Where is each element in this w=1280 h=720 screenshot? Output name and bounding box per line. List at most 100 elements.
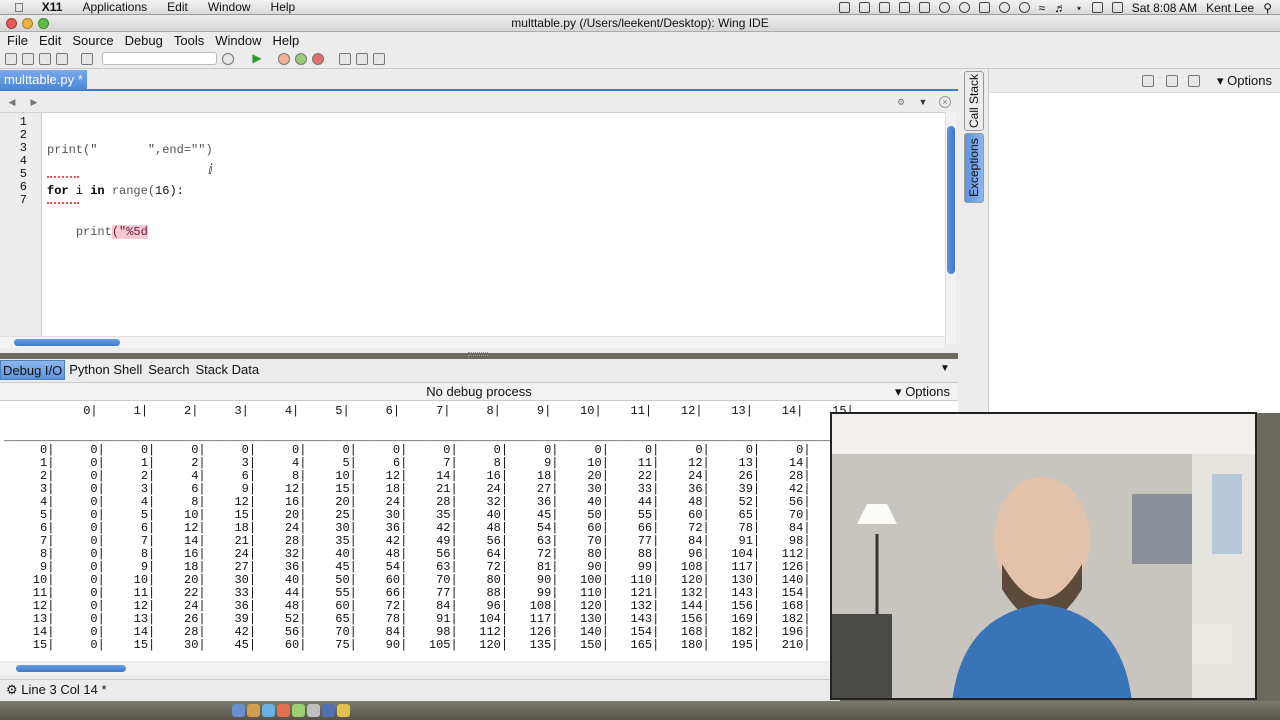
dock-app-icon[interactable] [277, 704, 290, 717]
search-icon[interactable] [222, 52, 234, 65]
code-token: print( [47, 143, 91, 157]
menu-edit[interactable]: Edit [35, 33, 65, 48]
menu-user[interactable]: Kent Lee [1206, 1, 1254, 15]
camera-icon[interactable] [838, 2, 850, 13]
tab-search[interactable]: Search [146, 360, 191, 380]
save-all-icon[interactable] [56, 52, 68, 65]
menu-help[interactable]: Help [268, 33, 303, 48]
lock-icon[interactable] [978, 2, 990, 13]
menu-window[interactable]: Window [211, 33, 265, 48]
run-icon[interactable]: ▶ [251, 52, 263, 65]
step-out-icon[interactable] [373, 52, 385, 65]
tab-call-stack[interactable]: Call Stack [964, 71, 984, 131]
tab-stack-data[interactable]: Stack Data [193, 360, 261, 380]
dock-app-icon[interactable] [232, 704, 245, 717]
step-into-icon[interactable] [339, 52, 351, 65]
code-editor[interactable]: 1 2 3 4 5 6 7 print(" ",end="") for i in… [0, 112, 945, 345]
mac-menu-x11[interactable]: X11 [32, 0, 73, 14]
tab-multtable[interactable]: multtable.py * [0, 70, 87, 90]
text-cursor-icon: ⅈ [208, 161, 213, 177]
close-box-icon[interactable] [918, 2, 930, 13]
back-arrow-icon[interactable]: ◀ [6, 96, 18, 108]
close-window-icon[interactable] [6, 18, 17, 29]
debug-io-header: No debug process ▾ Options [0, 382, 958, 401]
window-icon[interactable] [858, 2, 870, 13]
dock-app-icon[interactable] [247, 704, 260, 717]
panel-action-icon[interactable] [1188, 75, 1200, 87]
stop-hand-icon[interactable] [278, 52, 290, 65]
tab-exceptions[interactable]: Exceptions [964, 133, 984, 203]
display-icon[interactable] [1111, 2, 1123, 13]
close-editor-icon[interactable]: × [939, 96, 951, 108]
time-machine-icon[interactable] [1018, 2, 1030, 13]
dock-app-icon[interactable] [337, 704, 350, 717]
right-vertical-tabs: Call Stack Exceptions [964, 71, 984, 203]
app-menu-bar: File Edit Source Debug Tools Window Help [0, 32, 1280, 49]
mac-menu-help[interactable]: Help [261, 0, 306, 14]
sync-icon[interactable] [878, 2, 890, 13]
battery-icon[interactable] [1091, 2, 1103, 13]
wifi-icon[interactable]: ≈ [1039, 1, 1046, 15]
chevron-down-icon[interactable]: ▼ [917, 96, 929, 108]
menu-source[interactable]: Source [68, 33, 117, 48]
minimize-window-icon[interactable] [22, 18, 33, 29]
new-file-icon[interactable] [5, 52, 17, 65]
mac-menu-edit[interactable]: Edit [157, 0, 198, 14]
accessibility-icon[interactable] [958, 2, 970, 13]
record-icon[interactable] [938, 2, 950, 13]
panel-action-icon[interactable] [1166, 75, 1178, 87]
volume-icon[interactable]: ♬ [1054, 1, 1066, 15]
debug-bug-icon[interactable] [295, 52, 307, 65]
toolbar-search-input[interactable] [102, 52, 217, 65]
code-line-3: print("%5d [47, 225, 213, 239]
error-squiggle [47, 201, 79, 204]
options-label: Options [1227, 73, 1272, 88]
code-token: print [75, 225, 112, 239]
bottom-options-menu[interactable]: ▾ Options [895, 383, 950, 401]
forward-arrow-icon[interactable]: ▶ [28, 96, 40, 108]
menu-clock[interactable]: Sat 8:08 AM [1132, 1, 1197, 15]
editor-horizontal-scroll-thumb[interactable] [14, 339, 120, 346]
editor-vertical-scrollbar[interactable] [945, 112, 956, 344]
mac-menu-applications[interactable]: Applications [72, 0, 157, 14]
toolbar: ▶ [0, 49, 1280, 69]
dock-app-icon[interactable] [262, 704, 275, 717]
dock-app-icon[interactable] [307, 704, 320, 717]
window-title: multtable.py (/Users/leekent/Desktop): W… [511, 16, 769, 30]
options-label: Options [905, 384, 950, 399]
editor-vertical-scroll-thumb[interactable] [947, 126, 955, 274]
editor-horizontal-scrollbar[interactable] [0, 336, 945, 348]
bottom-panel-menu-icon[interactable]: ▼ [940, 363, 950, 374]
menu-debug[interactable]: Debug [121, 33, 167, 48]
debug-output[interactable]: 0| 1| 2| 3| 4| 5| 6| 7| 8| 9| 10| 11| 12… [0, 401, 958, 661]
break-icon[interactable] [312, 52, 324, 65]
menu-tools[interactable]: Tools [170, 33, 208, 48]
message-icon[interactable] [898, 2, 910, 13]
menu-file[interactable]: File [3, 33, 32, 48]
apple-menu-icon[interactable]:  [0, 0, 32, 15]
spotlight-icon[interactable]: ⚲ [1263, 1, 1272, 15]
step-over-icon[interactable] [356, 52, 368, 65]
panel-action-icon[interactable] [1142, 75, 1154, 87]
bottom-tool-panel: Debug I/O Python Shell Search Stack Data… [0, 359, 958, 679]
code-token: ,end="") [155, 143, 213, 157]
dock-app-icon[interactable] [292, 704, 305, 717]
zoom-window-icon[interactable] [38, 18, 49, 29]
line-number-gutter: 1 2 3 4 5 6 7 [0, 113, 42, 345]
output-horizontal-scrollbar[interactable] [0, 663, 958, 675]
mac-menu-window[interactable]: Window [198, 0, 261, 14]
status-gear-icon[interactable]: ⚙ [6, 682, 18, 697]
right-options-menu[interactable]: ▾ Options [1217, 73, 1272, 89]
print-icon[interactable] [81, 52, 93, 65]
output-horizontal-scroll-thumb[interactable] [16, 665, 126, 672]
tab-python-shell[interactable]: Python Shell [67, 360, 144, 380]
bluetooth-icon[interactable]: ⋆ [1075, 1, 1083, 15]
options-gear-icon[interactable]: ⚙ [895, 96, 907, 108]
panel-splitter-handle[interactable] [468, 352, 488, 356]
dock-app-icon[interactable] [322, 704, 335, 717]
tab-debug-io[interactable]: Debug I/O [0, 360, 66, 380]
refresh-icon[interactable] [998, 2, 1010, 13]
open-file-icon[interactable] [22, 52, 34, 65]
save-icon[interactable] [39, 52, 51, 65]
